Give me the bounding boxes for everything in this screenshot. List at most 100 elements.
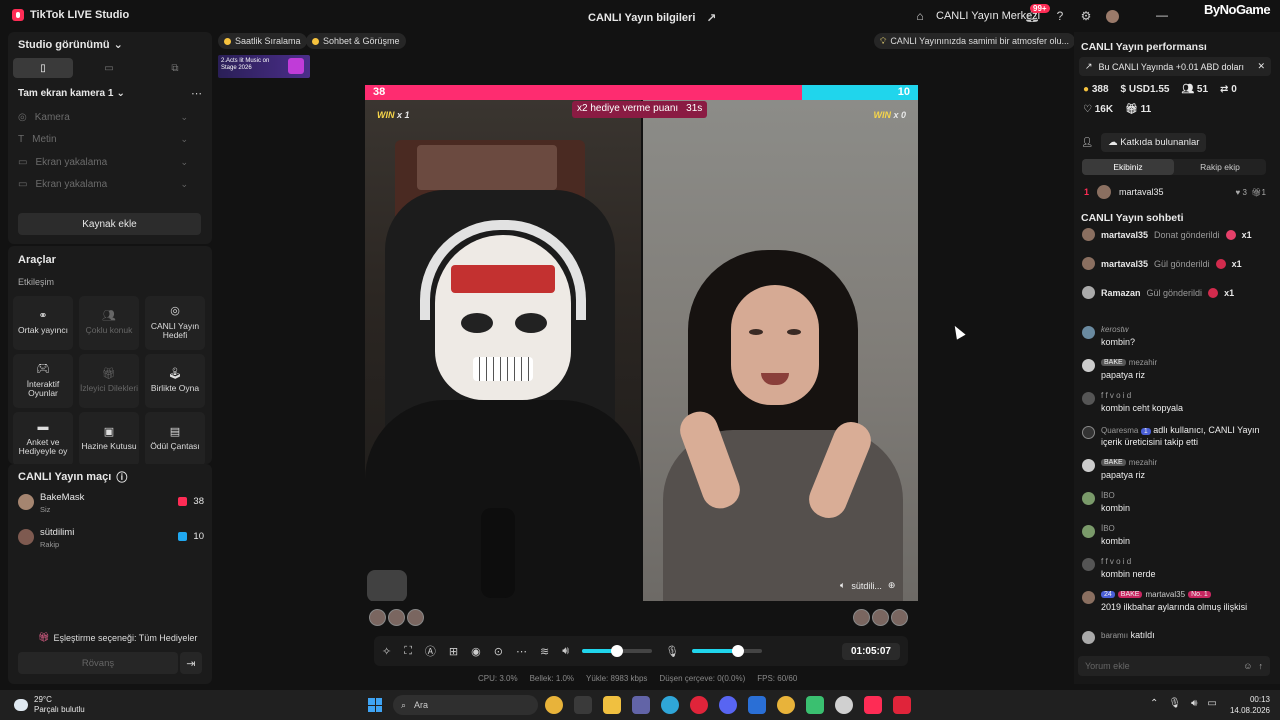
- avatar[interactable]: [369, 609, 386, 626]
- user-add-icon[interactable]: 👤︎: [1081, 137, 1093, 148]
- avatar[interactable]: [1106, 10, 1119, 23]
- source-item[interactable]: ▭ Ekran yakalama ⌄: [18, 157, 188, 168]
- scene-dropdown[interactable]: Tam ekran kamera 1 ⌄: [18, 88, 125, 99]
- chat-user[interactable]: baramıı: [1101, 631, 1128, 640]
- live-center-button[interactable]: ⌂ CANLI Yayın Merkezi: [912, 8, 1040, 24]
- multi-guest-tool[interactable]: 👥︎ Çoklu konuk: [79, 296, 139, 350]
- camera-settings-icon[interactable]: ⊙: [494, 645, 503, 658]
- event-banner[interactable]: 2.Acts lit Music on Stage 2026: [218, 55, 310, 78]
- avatar[interactable]: [891, 609, 908, 626]
- avatar[interactable]: [872, 609, 889, 626]
- store-icon[interactable]: [574, 696, 592, 714]
- battery-icon[interactable]: ▭: [1207, 698, 1216, 709]
- microphone-icon[interactable]: 🎙︎: [1168, 698, 1181, 709]
- more-icon[interactable]: ⋯: [191, 87, 202, 100]
- reward-bag-tool[interactable]: ▤ Ödül Çantası: [145, 412, 205, 466]
- minimize-icon[interactable]: —: [1156, 8, 1168, 22]
- chat-user[interactable]: kerostw: [1101, 325, 1129, 334]
- more-icon[interactable]: ⋯: [516, 645, 527, 658]
- exit-icon[interactable]: ⇥: [180, 652, 202, 674]
- play-together-tool[interactable]: 🕹︎ Birlikte Oyna: [145, 354, 205, 408]
- help-icon[interactable]: ?: [1052, 8, 1068, 24]
- comment-input[interactable]: Yorum ekle ☺ ↑: [1078, 656, 1270, 676]
- discord-icon[interactable]: [719, 696, 737, 714]
- chevron-up-icon[interactable]: ⌃: [1150, 698, 1158, 709]
- close-icon[interactable]: ✕: [1257, 61, 1265, 72]
- send-icon[interactable]: ↑: [1259, 661, 1264, 671]
- avatar[interactable]: [388, 609, 405, 626]
- clock[interactable]: 00:13 14.08.2026: [1228, 695, 1270, 717]
- poll-tool[interactable]: ▬ Anket ve Hediyeyle oy: [13, 412, 73, 466]
- co-host-tool[interactable]: ⚭ Ortak yayıncı: [13, 296, 73, 350]
- opera-icon[interactable]: [690, 696, 708, 714]
- tab-rival-team[interactable]: Rakip ekip: [1174, 159, 1266, 175]
- chat-user[interactable]: martaval35: [1101, 259, 1148, 269]
- interactive-games-tool[interactable]: 🎮︎ İnteraktif Oyunlar: [13, 354, 73, 408]
- viewer-wishes-tool[interactable]: 🎁︎ İzleyici Dilekleri: [79, 354, 139, 408]
- contributors-button[interactable]: ☁ Katkıda bulunanlar: [1101, 133, 1207, 152]
- mail-icon[interactable]: [748, 696, 766, 714]
- record-icon[interactable]: ◉: [471, 645, 481, 658]
- tab-own-team[interactable]: Ekibiniz: [1082, 159, 1174, 175]
- chat-user[interactable]: Quaresma: [1101, 426, 1138, 435]
- chat-user[interactable]: f f v o i d: [1101, 557, 1131, 566]
- add-source-button[interactable]: Kaynak ekle: [18, 213, 201, 235]
- source-item[interactable]: ▭ Ekran yakalama ⌄: [18, 179, 188, 190]
- app-icon[interactable]: [806, 696, 824, 714]
- folder-icon[interactable]: [603, 696, 621, 714]
- pairing-option[interactable]: 🎁︎ Eşleştirme seçeneği: Tüm Hediyeler: [38, 632, 197, 643]
- youtube-icon[interactable]: [893, 696, 911, 714]
- chat-user[interactable]: f f v o i d: [1101, 391, 1131, 400]
- chat-user[interactable]: Ramazan: [1101, 288, 1141, 298]
- transform-icon[interactable]: ⛶: [404, 645, 412, 658]
- add-screen-icon[interactable]: ⊞: [449, 645, 458, 658]
- avatar[interactable]: [853, 609, 870, 626]
- hourly-ranking-pill[interactable]: Saatlik Sıralama: [218, 33, 307, 49]
- source-item[interactable]: ◎ Kamera ⌄: [18, 112, 188, 123]
- avatar[interactable]: [407, 609, 424, 626]
- live-info-button[interactable]: CANLI Yayın bilgileri ↗: [588, 10, 719, 26]
- mixer-icon[interactable]: ≋: [540, 645, 549, 658]
- chat-user[interactable]: martaval35: [1145, 590, 1185, 599]
- chat-text: papatya riz: [1101, 470, 1146, 480]
- landscape-button[interactable]: ▭: [79, 58, 139, 78]
- headboard: [417, 145, 557, 190]
- taskbar-search[interactable]: ⌕ Ara: [393, 695, 538, 715]
- ai-icon[interactable]: Ⓐ: [425, 643, 436, 659]
- dual-button[interactable]: ⧉: [145, 58, 205, 78]
- treasure-box-tool[interactable]: ▣ Hazine Kutusu: [79, 412, 139, 466]
- chrome-icon[interactable]: [545, 696, 563, 714]
- speaker-icon[interactable]: 🔊︎: [1191, 698, 1197, 709]
- weather-widget[interactable]: 29°C Parçalı bulutlu: [14, 695, 85, 714]
- chat-user[interactable]: İBO: [1101, 524, 1115, 533]
- chrome-icon[interactable]: [777, 696, 795, 714]
- gear-icon[interactable]: ⚙: [1078, 8, 1094, 24]
- chat-user[interactable]: İBO: [1101, 491, 1115, 500]
- tiktok-live-icon[interactable]: [864, 696, 882, 714]
- chat-user[interactable]: mezahir: [1129, 458, 1157, 467]
- guest-tag[interactable]: 🔈︎ sütdili... ⊕: [840, 580, 895, 591]
- portrait-button[interactable]: ▯: [13, 58, 73, 78]
- mic-volume-slider[interactable]: [692, 645, 763, 657]
- app-icon[interactable]: [835, 696, 853, 714]
- studio-view-dropdown[interactable]: Studio görünümü ⌄: [18, 38, 123, 52]
- chat-user[interactable]: martaval35: [1101, 230, 1148, 240]
- source-item[interactable]: T Metin ⌄: [18, 134, 188, 145]
- chat-call-pill[interactable]: Sohbet & Görüşme: [306, 33, 406, 49]
- help-icon[interactable]: ⓘ: [116, 469, 127, 485]
- microphone-icon[interactable]: 🎙︎: [665, 645, 679, 658]
- emoji-icon[interactable]: ☺: [1243, 661, 1252, 671]
- live-goal-tool[interactable]: ◎ CANLI Yayın Hedefi: [145, 296, 205, 350]
- speaker-icon[interactable]: 🔊︎: [562, 645, 569, 658]
- slider-knob[interactable]: [731, 645, 744, 657]
- teams-icon[interactable]: [632, 696, 650, 714]
- contributor-row[interactable]: 1 martaval35 ♥ 3 🎁︎1: [1084, 185, 1266, 199]
- windows-start-icon[interactable]: [368, 698, 382, 712]
- edge-icon[interactable]: [661, 696, 679, 714]
- tip-pill[interactable]: 💡︎ CANLI Yayınınızda samimi bir atmosfer…: [874, 33, 1076, 49]
- effects-icon[interactable]: ✧: [382, 645, 391, 658]
- chat-user[interactable]: mezahir: [1129, 358, 1157, 367]
- speaker-volume-slider[interactable]: [582, 645, 653, 657]
- slider-knob[interactable]: [611, 645, 624, 657]
- rematch-button[interactable]: Rövanş: [18, 652, 178, 674]
